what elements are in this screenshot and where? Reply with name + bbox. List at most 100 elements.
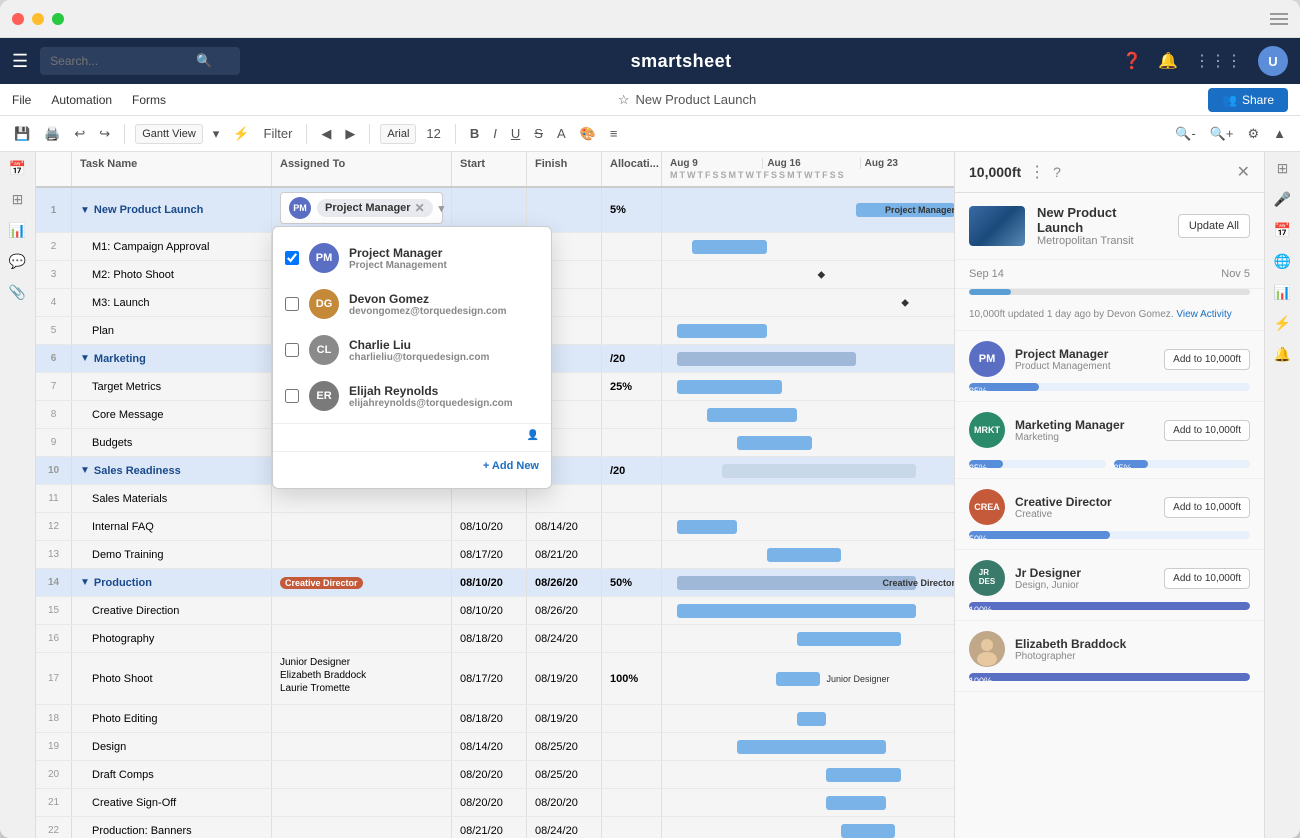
fill-color-icon[interactable]: 🎨: [576, 124, 600, 144]
table-row[interactable]: 19 Design 08/14/20 08/25/20: [36, 733, 954, 761]
tag-close-icon[interactable]: ✕: [415, 201, 425, 215]
assigned-cell[interactable]: [272, 789, 452, 816]
assigned-cell[interactable]: [272, 625, 452, 652]
side-mic-icon[interactable]: 🎤: [1274, 191, 1291, 208]
zoom-in-icon[interactable]: 🔍+: [1206, 124, 1238, 144]
dropdown-item-charlie[interactable]: CL Charlie Liu charlieliu@torquedesign.c…: [273, 327, 551, 373]
task-name-cell[interactable]: Internal FAQ: [72, 513, 272, 540]
pm-add-10k-button[interactable]: Add to 10,000ft: [1164, 349, 1250, 370]
view-activity-link[interactable]: View Activity: [1176, 309, 1231, 320]
chart-icon[interactable]: 📊: [9, 222, 26, 239]
chevron-down-icon[interactable]: ▾: [209, 124, 224, 144]
collapse-icon[interactable]: ▼: [80, 465, 90, 476]
finish-cell[interactable]: 08/25/20: [527, 733, 602, 760]
start-cell[interactable]: 08/20/20: [452, 761, 527, 788]
dropdown-item-elijah[interactable]: ER Elijah Reynolds elijahreynolds@torque…: [273, 373, 551, 419]
finish-cell[interactable]: 08/24/20: [527, 817, 602, 838]
assigned-cell[interactable]: [272, 541, 452, 568]
table-row[interactable]: 14 ▼Production Creative Director 08/10/2…: [36, 569, 954, 597]
side-globe-icon[interactable]: 🌐: [1274, 253, 1291, 270]
calendar-icon[interactable]: 📅: [9, 160, 26, 177]
save-icon[interactable]: 💾: [10, 124, 34, 144]
close-btn[interactable]: [12, 13, 24, 25]
filter-icon[interactable]: ⚡: [229, 124, 253, 144]
finish-cell[interactable]: 08/26/20: [527, 569, 602, 596]
search-input[interactable]: [50, 54, 190, 68]
side-bell-icon[interactable]: 🔔: [1274, 346, 1291, 363]
gantt-view-button[interactable]: Gantt View: [135, 124, 203, 144]
maximize-btn[interactable]: [52, 13, 64, 25]
start-cell[interactable]: 08/17/20: [452, 653, 527, 704]
cd-add-10k-button[interactable]: Add to 10,000ft: [1164, 497, 1250, 518]
task-name-cell[interactable]: Photo Shoot: [72, 653, 272, 704]
collapse-icon[interactable]: ▼: [80, 205, 90, 216]
spreadsheet[interactable]: Task Name Assigned To Start Finish Alloc…: [36, 152, 954, 838]
help-icon[interactable]: ❓: [1122, 51, 1142, 71]
task-name-cell[interactable]: ▼ New Product Launch: [72, 188, 272, 232]
start-cell[interactable]: 08/10/20: [452, 597, 527, 624]
add-new-button[interactable]: + Add New: [273, 451, 551, 480]
task-name-cell[interactable]: Photo Editing: [72, 705, 272, 732]
zoom-out-icon[interactable]: 🔍-: [1171, 124, 1200, 144]
dropdown-item-pm[interactable]: PM Project Manager Project Management: [273, 235, 551, 281]
table-row[interactable]: 18 Photo Editing 08/18/20 08/19/20: [36, 705, 954, 733]
finish-cell[interactable]: [527, 485, 602, 512]
assigned-cell[interactable]: [272, 513, 452, 540]
font-size[interactable]: 12: [422, 124, 444, 143]
grid-icon[interactable]: ⋮⋮⋮: [1194, 51, 1242, 71]
table-row[interactable]: 1 ▼ New Product Launch PM Project Manage…: [36, 188, 954, 233]
finish-cell[interactable]: 08/26/20: [527, 597, 602, 624]
mm-add-10k-button[interactable]: Add to 10,000ft: [1164, 420, 1250, 441]
settings-icon[interactable]: ⚙: [1243, 124, 1263, 144]
start-cell[interactable]: 08/18/20: [452, 625, 527, 652]
table-row[interactable]: 21 Creative Sign-Off 08/20/20 08/20/20: [36, 789, 954, 817]
text-color-icon[interactable]: A: [553, 124, 570, 143]
start-cell[interactable]: 08/14/20: [452, 733, 527, 760]
strikethrough-icon[interactable]: S: [530, 124, 547, 143]
side-lightning-icon[interactable]: ⚡: [1274, 315, 1291, 332]
font-selector[interactable]: Arial: [380, 124, 416, 144]
assigned-cell[interactable]: [272, 817, 452, 838]
forms-menu[interactable]: Forms: [132, 93, 166, 107]
assigned-cell[interactable]: Junior Designer Elizabeth Braddock Lauri…: [272, 653, 452, 704]
print-icon[interactable]: 🖨️: [40, 124, 64, 144]
finish-cell[interactable]: 08/24/20: [527, 625, 602, 652]
start-cell[interactable]: 08/21/20: [452, 817, 527, 838]
task-name-cell[interactable]: ▼Marketing: [72, 345, 272, 372]
task-name-cell[interactable]: Plan: [72, 317, 272, 344]
panel-close-icon[interactable]: ✕: [1237, 162, 1250, 182]
start-cell[interactable]: 08/10/20: [452, 569, 527, 596]
jr-add-10k-button[interactable]: Add to 10,000ft: [1164, 568, 1250, 589]
update-all-button[interactable]: Update All: [1178, 214, 1250, 238]
table-row[interactable]: 15 Creative Direction 08/10/20 08/26/20: [36, 597, 954, 625]
grid2-icon[interactable]: ⊞: [12, 191, 24, 208]
task-name-cell[interactable]: M1: Campaign Approval: [72, 233, 272, 260]
notification-icon[interactable]: 🔔: [1158, 51, 1178, 71]
minimize-btn[interactable]: [32, 13, 44, 25]
task-name-cell[interactable]: Creative Direction: [72, 597, 272, 624]
charlie-checkbox[interactable]: [285, 343, 299, 357]
finish-cell[interactable]: 08/19/20: [527, 653, 602, 704]
search-box[interactable]: 🔍: [40, 47, 240, 75]
finish-cell[interactable]: 08/21/20: [527, 541, 602, 568]
undo-icon[interactable]: ↩: [70, 124, 89, 144]
underline-icon[interactable]: U: [507, 124, 524, 143]
task-name-cell[interactable]: ▼Sales Readiness: [72, 457, 272, 484]
task-name-cell[interactable]: Core Message: [72, 401, 272, 428]
chevron-up-icon[interactable]: ▲: [1269, 124, 1290, 143]
share-button[interactable]: 👥 Share: [1208, 88, 1288, 112]
task-name-cell[interactable]: Production: Banners: [72, 817, 272, 838]
dropdown-arrow-icon[interactable]: ▾: [439, 202, 445, 215]
finish-cell[interactable]: 08/20/20: [527, 789, 602, 816]
elijah-checkbox[interactable]: [285, 389, 299, 403]
arrow-right-icon[interactable]: ▶: [341, 124, 359, 144]
table-row[interactable]: 22 Production: Banners 08/21/20 08/24/20: [36, 817, 954, 838]
task-name-cell[interactable]: Sales Materials: [72, 485, 272, 512]
panel-dots-icon[interactable]: ⋮: [1029, 162, 1045, 182]
side-grid-icon[interactable]: ⊞: [1277, 160, 1289, 177]
task-name-cell[interactable]: Photography: [72, 625, 272, 652]
start-cell[interactable]: [452, 485, 527, 512]
task-name-cell[interactable]: Demo Training: [72, 541, 272, 568]
attach-icon[interactable]: 📎: [9, 284, 26, 301]
collapse-icon[interactable]: ▼: [80, 577, 90, 588]
